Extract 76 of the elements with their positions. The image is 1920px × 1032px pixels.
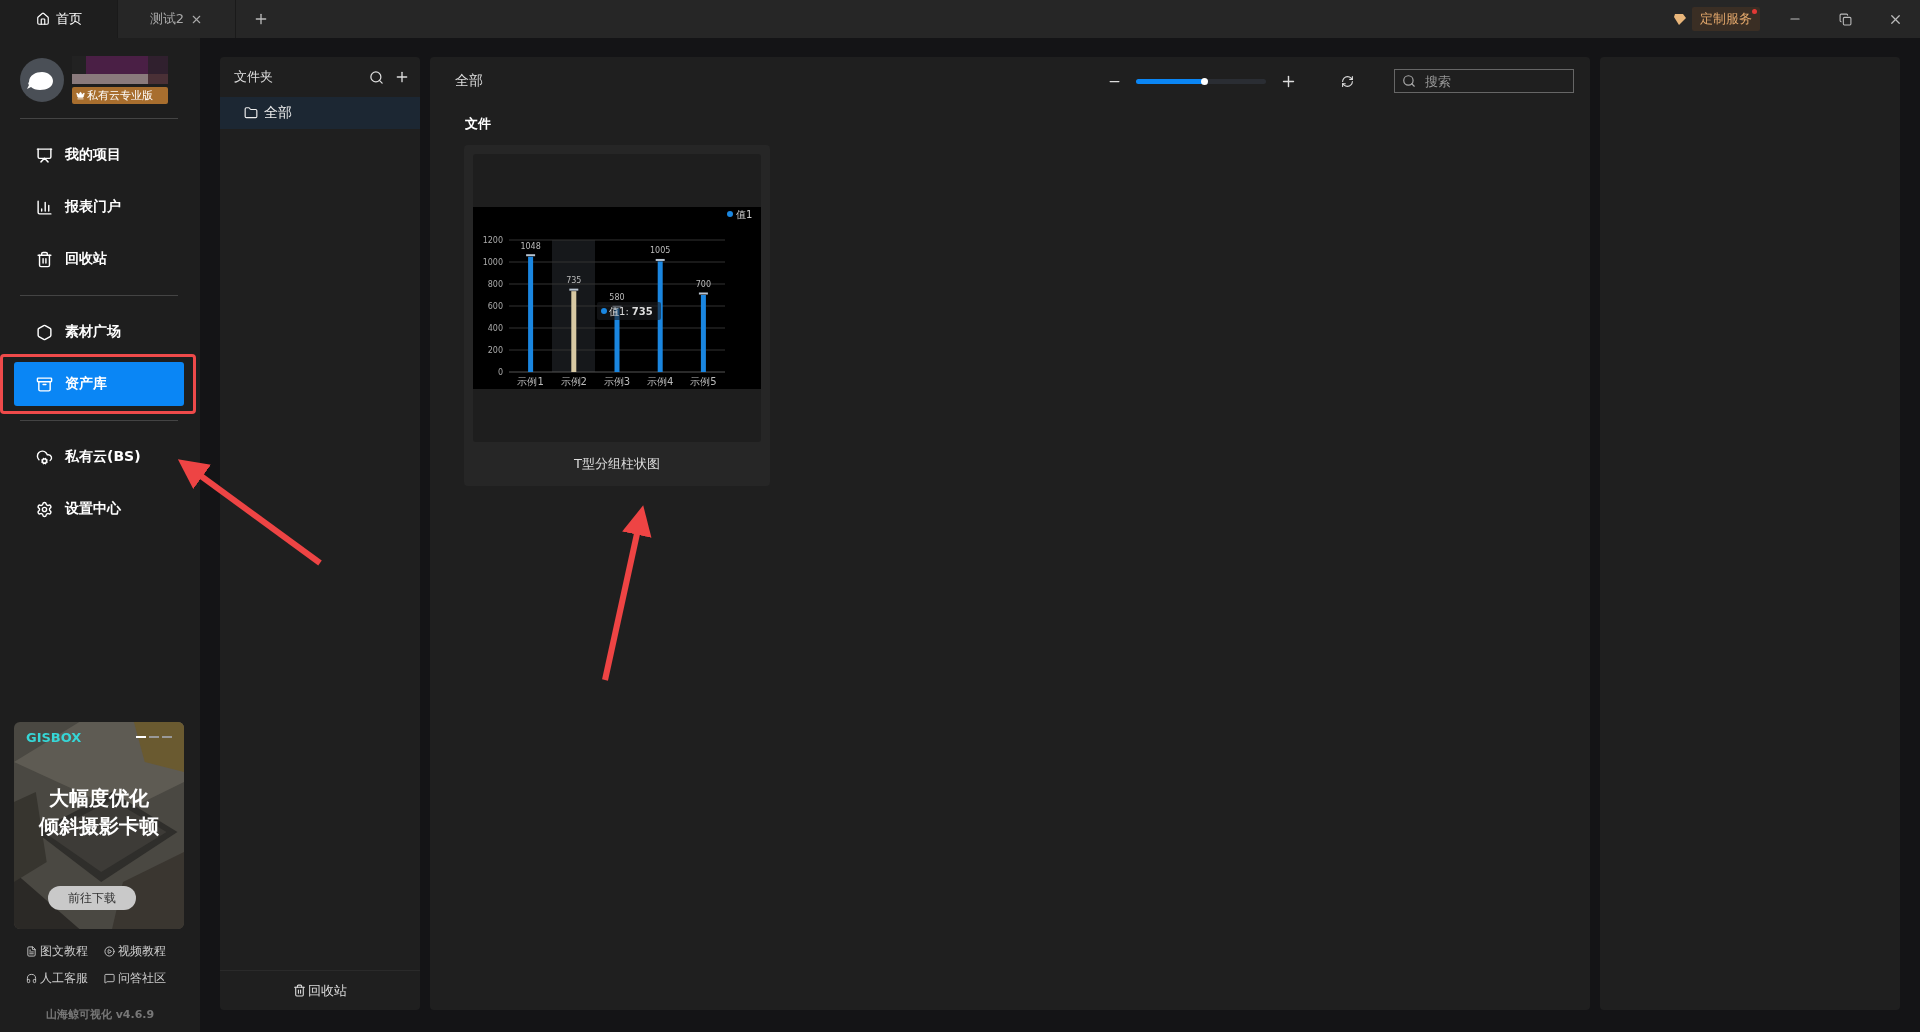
folder-item[interactable]: 全部	[220, 97, 420, 129]
file-card[interactable]: 0 200 400 600 800 1000 1200 1048 示例1 735 示例2 580 示例3 1005 示例4 700 示例5 值1 值1: 735 T型分组柱状图	[464, 145, 770, 486]
help-link[interactable]: 问答社区	[104, 970, 182, 987]
search-icon	[1402, 74, 1416, 88]
panel-title: 文件夹	[234, 68, 273, 86]
link-icon	[26, 973, 37, 984]
tooltip: 值1: 735	[597, 302, 661, 320]
category-label: 示例5	[690, 376, 717, 387]
bar-cap-drawing	[612, 305, 622, 308]
help-link[interactable]: 图文教程	[26, 943, 104, 960]
value-label: 1005	[650, 246, 671, 256]
home-icon	[35, 12, 50, 26]
axis-tick-label: 400	[487, 324, 503, 333]
nav-icon	[36, 250, 53, 268]
axis-tick-label: 800	[487, 280, 503, 289]
link-icon	[104, 973, 115, 984]
axis-tick-label: 200	[487, 346, 503, 355]
link-icon	[104, 946, 115, 957]
help-link[interactable]: 人工客服	[26, 970, 104, 987]
nav-icon	[36, 323, 53, 341]
nav-icon	[36, 500, 53, 518]
version-label: 山海鲸可视化 v4.6.9	[44, 1007, 156, 1022]
category-label: 示例1	[517, 376, 544, 387]
banner-headline: 倾斜摄影卡顿	[37, 813, 160, 840]
custom-service-button[interactable]: 定制服务	[1692, 7, 1760, 31]
trash-icon	[293, 984, 306, 997]
avatar[interactable]	[20, 58, 64, 102]
value-label: 735	[566, 276, 582, 286]
sidebar-item[interactable]: 资产库	[14, 362, 184, 406]
bar-cap-drawing	[526, 254, 536, 257]
download-button[interactable]: 前往下载	[48, 886, 136, 910]
axis-tick-label: 1000	[482, 258, 503, 267]
plan-badge: 私有云专业版	[72, 87, 168, 104]
sidebar-item[interactable]: 设置中心	[14, 487, 184, 531]
banner-headline: 大幅度优化	[48, 785, 150, 812]
category-label: 示例3	[603, 376, 631, 387]
folder-icon	[244, 106, 258, 120]
value-label: 700	[695, 280, 712, 289]
section-title: 文件	[464, 115, 492, 133]
sidebar-item[interactable]: 我的项目	[14, 133, 184, 177]
file-name: T型分组柱状图	[573, 455, 661, 473]
search-icon[interactable]	[369, 69, 384, 85]
restore-icon[interactable]	[1838, 12, 1852, 26]
sidebar-item[interactable]: 报表门户	[14, 185, 184, 229]
sidebar-item[interactable]: 私有云(BS)	[14, 435, 184, 479]
crown-icon	[76, 91, 85, 100]
category-label: 示例4	[647, 376, 674, 387]
link-icon	[26, 946, 37, 957]
axis-tick-label: 0	[497, 368, 503, 377]
banner-logo: GISBOX	[26, 730, 82, 745]
axis-tick-label: 1200	[482, 236, 503, 245]
value-label: 580	[609, 293, 625, 303]
recycle-bin-button[interactable]: 回收站	[220, 970, 420, 1010]
refresh-icon[interactable]	[1341, 74, 1354, 88]
axis-tick-label: 600	[487, 302, 503, 311]
bar-cap-drawing	[698, 292, 708, 295]
category-label: 示例2	[560, 376, 587, 387]
sidebar-item[interactable]: 回收站	[14, 237, 184, 281]
nav-icon	[36, 146, 53, 164]
search-field[interactable]: 搜索	[1394, 69, 1574, 93]
tab[interactable]: 首页	[0, 0, 118, 38]
zoom-slider[interactable]	[1136, 78, 1266, 84]
bar-cap-drawing	[569, 288, 579, 291]
slider-thumb[interactable]	[1200, 77, 1208, 85]
bar-cap-drawing	[655, 258, 665, 261]
page-title: 全部	[455, 72, 483, 90]
gem-icon	[1672, 11, 1688, 27]
add-icon[interactable]	[394, 69, 410, 85]
nav-icon	[36, 448, 53, 466]
help-link[interactable]: 视频教程	[104, 943, 182, 960]
nav-icon	[36, 375, 53, 393]
legend-label: 值1	[736, 209, 753, 220]
nav-icon	[36, 198, 53, 216]
sidebar-item[interactable]: 素材广场	[14, 310, 184, 354]
value-label: 1048	[520, 241, 541, 251]
add-tab-icon[interactable]	[253, 11, 269, 27]
